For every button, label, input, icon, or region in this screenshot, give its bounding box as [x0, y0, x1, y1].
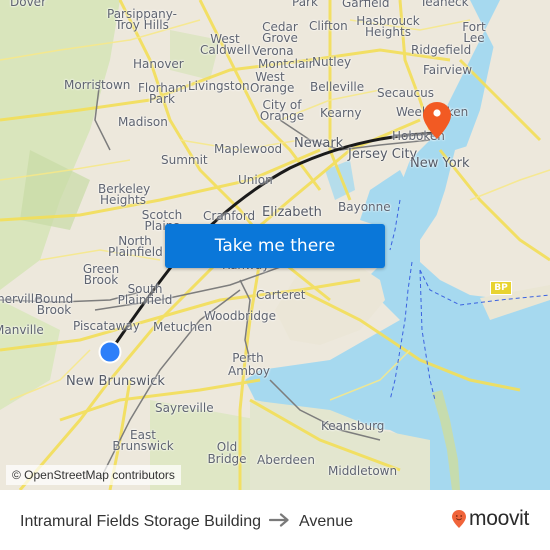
place-label: Ridgefield [411, 43, 472, 57]
place-label: Cranford [203, 209, 256, 223]
origin-marker-icon[interactable] [98, 340, 122, 364]
place-label: North Plainfield [108, 234, 163, 259]
place-label: New Brunswick [66, 374, 165, 389]
place-label: Dover [10, 0, 46, 9]
destination-pin-icon[interactable] [421, 101, 453, 141]
place-label: Middletown [328, 464, 398, 478]
place-label: Keansburg [321, 419, 385, 433]
arrow-right-icon [268, 511, 291, 532]
map[interactable]: Dover Parsippany-Troy Hills Park Garfiel… [0, 0, 550, 490]
place-label: Union [238, 173, 273, 187]
highway-shield: BP [490, 281, 512, 295]
place-label: Hanover [133, 57, 184, 71]
place-label: Summit [161, 153, 208, 167]
place-label: Manville [0, 323, 44, 337]
place-label: Clifton [309, 19, 348, 33]
place-label: Verona [252, 44, 294, 58]
place-label: Park [292, 0, 318, 9]
place-label: City of Orange [259, 98, 305, 123]
place-label: Livingston [188, 79, 250, 93]
place-label: Garfield [342, 0, 390, 10]
place-label: Maplewood [214, 142, 283, 156]
place-label: Jersey City [348, 147, 418, 162]
place-label: Florham Park [138, 81, 187, 106]
place-label: Green Brook [82, 262, 120, 287]
place-label: Fairview [423, 63, 473, 77]
place-label: Secaucus [377, 86, 435, 100]
place-label: New York [410, 156, 470, 171]
place-label: Morristown [64, 78, 131, 92]
place-label: Old Bridge [207, 440, 247, 466]
place-label: Teaneck [420, 0, 469, 9]
place-label: Madison [118, 115, 168, 129]
place-label: Bayonne [338, 200, 391, 214]
moovit-pin-icon [452, 510, 466, 528]
route-summary: Intramural Fields Storage Building Avenu… [20, 511, 353, 532]
place-label: South Plainfield [117, 282, 173, 307]
place-label: West Orange [250, 70, 295, 95]
place-label: Piscataway [73, 319, 140, 333]
place-label: East Brunswick [112, 428, 174, 453]
place-label: Woodbridge [204, 309, 276, 323]
map-attribution[interactable]: © OpenStreetMap contributors [6, 465, 181, 485]
place-label: Newark [294, 136, 344, 151]
place-label: Kearny [320, 106, 362, 120]
place-label: Aberdeen [257, 453, 315, 467]
take-me-there-button[interactable]: Take me there [165, 224, 385, 268]
place-label: West Caldwell [200, 32, 251, 57]
place-label: Fort Lee [462, 20, 486, 45]
moovit-logo[interactable]: moovit [451, 507, 529, 531]
place-label: Nutley [312, 55, 352, 69]
place-label: Parsippany-Troy Hills [107, 7, 177, 32]
place-label: Carteret [256, 288, 306, 302]
destination-name: Avenue [299, 512, 353, 530]
place-label: Berkeley Heights [98, 182, 151, 207]
place-label: Cedar Grove [262, 20, 298, 45]
place-label: Perth Amboy [228, 351, 270, 378]
origin-name: Intramural Fields Storage Building [20, 512, 262, 530]
brand-name: moovit [469, 507, 530, 530]
place-label: Hasbrouck Heights [356, 14, 420, 39]
place-label: Sayreville [155, 401, 214, 415]
place-label: Belleville [310, 80, 365, 94]
place-label: Montclair [258, 57, 314, 71]
place-label: Bound Brook [34, 292, 74, 317]
place-label: Elizabeth [262, 205, 322, 220]
